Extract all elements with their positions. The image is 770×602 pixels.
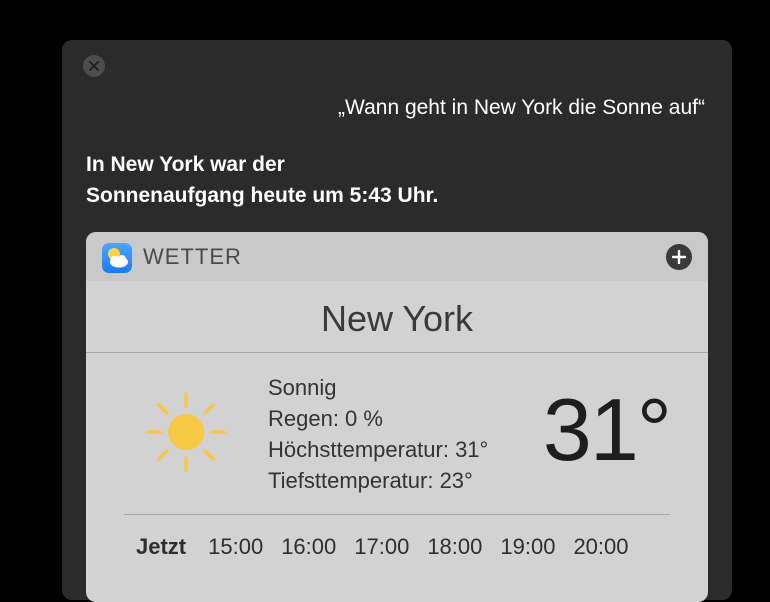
city-name: New York xyxy=(320,298,474,339)
weather-app-name: WETTER xyxy=(143,244,242,269)
siri-panel: „Wann geht in New York die Sonne auf“ In… xyxy=(62,40,732,602)
siri-answer-line-2: Sonnenaufgang heute um 5:43 Uhr. xyxy=(86,184,439,207)
hour-label: 15:00 xyxy=(208,534,264,559)
add-widget-button[interactable] xyxy=(666,244,692,270)
close-button[interactable] xyxy=(83,55,105,77)
hourly-forecast: Jetzt 15:00 16:00 17:00 18:00 19:00 20:0… xyxy=(136,534,629,560)
close-icon xyxy=(89,61,99,71)
divider xyxy=(86,352,708,353)
siri-query: „Wann geht in New York die Sonne auf“ xyxy=(338,96,705,119)
high-temp-text: Höchsttemperatur: 31° xyxy=(268,437,489,462)
weather-app-icon xyxy=(102,243,132,273)
hour-label: 20:00 xyxy=(573,534,629,559)
current-temperature: 31° xyxy=(542,380,672,479)
weather-card[interactable]: WETTER New York Sonnig Regen: 0 % Höchst… xyxy=(86,232,708,602)
divider xyxy=(124,514,670,515)
sun-icon xyxy=(146,392,226,472)
low-temp-text: Tiefsttemperatur: 23° xyxy=(268,468,473,493)
siri-answer-line-1: In New York war der xyxy=(86,153,285,176)
weather-card-header: WETTER xyxy=(86,232,708,281)
siri-answer: In New York war der Sonnenaufgang heute … xyxy=(86,149,438,211)
condition-text: Sonnig xyxy=(268,375,337,400)
plus-circle-icon xyxy=(672,250,686,264)
rain-text: Regen: 0 % xyxy=(268,406,383,431)
hour-label: 18:00 xyxy=(427,534,483,559)
weather-details: Sonnig Regen: 0 % Höchsttemperatur: 31° … xyxy=(268,372,488,496)
hour-label: 17:00 xyxy=(354,534,410,559)
hour-label-now: Jetzt xyxy=(136,534,187,559)
hour-label: 19:00 xyxy=(500,534,556,559)
hour-label: 16:00 xyxy=(281,534,337,559)
